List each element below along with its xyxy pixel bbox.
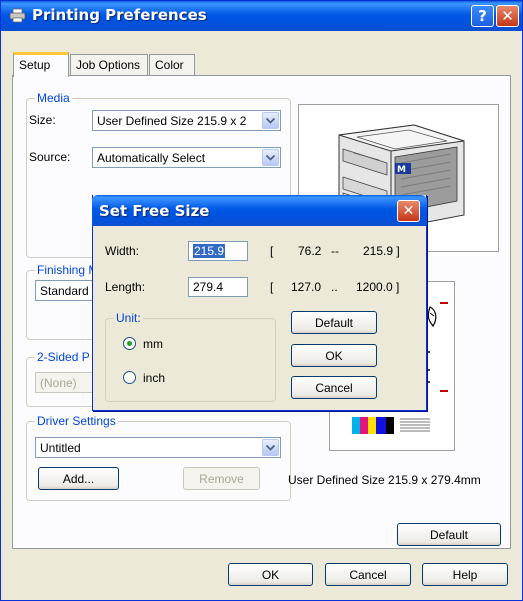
width-max: 215.9 ] <box>363 244 400 258</box>
source-combo[interactable]: Automatically Select <box>92 147 281 168</box>
chevron-down-icon[interactable] <box>262 439 279 456</box>
length-min: 127.0 <box>291 280 322 294</box>
width-field[interactable]: 215.9 <box>188 241 248 261</box>
length-label: Length: <box>105 280 146 294</box>
width-min: 76.2 <box>298 244 322 258</box>
two-sided-value: (None) <box>40 376 77 390</box>
unit-group: Unit: <box>105 311 276 402</box>
dialog-title: Set Free Size <box>99 202 210 220</box>
width-value: 215.9 <box>193 244 226 258</box>
size-combo[interactable]: User Defined Size 215.9 x 2 <box>92 110 281 131</box>
paper-size-caption: User Defined Size 215.9 x 279.4mm <box>288 473 481 487</box>
length-field[interactable]: 279.4 <box>188 277 248 297</box>
driver-settings-group-label: Driver Settings <box>35 414 118 428</box>
size-value: User Defined Size 215.9 x 2 <box>97 114 247 128</box>
tab-job-options[interactable]: Job Options <box>70 54 148 76</box>
help-button[interactable]: Help <box>422 563 508 586</box>
ok-button[interactable]: OK <box>228 563 313 586</box>
window-title: Printing Preferences <box>32 6 207 24</box>
add-button[interactable]: Add... <box>38 467 119 490</box>
unit-inch-label[interactable]: inch <box>143 371 165 385</box>
unit-group-label: Unit: <box>114 311 143 325</box>
unit-mm-label[interactable]: mm <box>143 337 163 351</box>
length-max: 1200.0 ] <box>356 280 400 294</box>
width-label: Width: <box>105 244 140 258</box>
unit-inch-radio[interactable] <box>123 371 136 384</box>
close-icon[interactable]: ✕ <box>397 200 420 222</box>
tab-setup[interactable]: Setup <box>13 52 69 77</box>
dialog-title-bar[interactable]: Set Free Size ✕ <box>92 195 427 226</box>
close-title-button[interactable]: ✕ <box>496 5 519 27</box>
printer-badge: M <box>397 165 406 175</box>
driver-settings-combo[interactable]: Untitled <box>35 437 281 458</box>
dialog-ok-button[interactable]: OK <box>291 344 377 367</box>
set-free-size-dialog: Set Free Size ✕ Width: 215.9 [ 76.2 -- 2… <box>92 195 427 411</box>
finishing-value: Standard <box>40 284 89 298</box>
width-range-open: [ <box>270 244 274 258</box>
remove-button[interactable]: Remove <box>183 467 260 490</box>
source-label: Source: <box>29 150 71 164</box>
title-bar[interactable]: Printing Preferences ? ✕ <box>1 1 522 31</box>
chevron-down-icon[interactable] <box>262 149 279 166</box>
default-button[interactable]: Default <box>397 523 501 546</box>
width-range-sep: -- <box>331 244 339 258</box>
help-title-button[interactable]: ? <box>471 5 494 27</box>
tab-color[interactable]: Color <box>149 54 195 76</box>
length-range-sep: .. <box>331 280 338 294</box>
media-group-label: Media <box>35 91 72 105</box>
cancel-button[interactable]: Cancel <box>325 563 411 586</box>
dialog-cancel-button[interactable]: Cancel <box>291 376 377 399</box>
finishing-group-label: Finishing M <box>35 263 101 277</box>
dialog-default-button[interactable]: Default <box>291 311 377 334</box>
size-label: Size: <box>29 113 56 127</box>
unit-mm-radio[interactable] <box>123 337 136 350</box>
chevron-down-icon[interactable] <box>262 112 279 129</box>
driver-settings-value: Untitled <box>40 441 81 455</box>
length-value: 279.4 <box>193 280 224 294</box>
length-range-open: [ <box>270 280 274 294</box>
source-value: Automatically Select <box>97 151 206 165</box>
printer-icon <box>9 8 26 23</box>
two-sided-group-label: 2-Sided P <box>35 350 92 364</box>
